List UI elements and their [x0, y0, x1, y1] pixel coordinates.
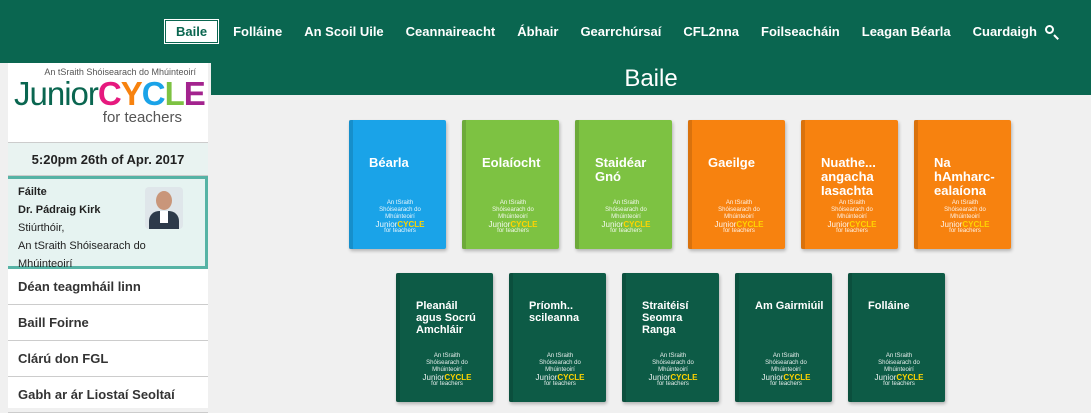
card-logo: An tSraith Shóisearach do Mhúinteoirí Jun… [535, 353, 585, 387]
sidebar-link-contact[interactable]: Déan teagmháil linn [8, 269, 208, 305]
card-follaine[interactable]: Folláine An tSraith Shóisearach do Mhúin… [848, 273, 945, 402]
page-title: Baile [211, 63, 1091, 95]
nav-item-leagan-bearla[interactable]: Leagan Béarla [851, 20, 962, 43]
card-label: Am Gairmiúil [755, 300, 824, 312]
card-logo: An tSraith Shóisearach do Mhúinteoirí Jun… [422, 353, 472, 387]
card-staidear-gno[interactable]: Staidéar Gnó An tSraith Shóisearach do M… [575, 120, 672, 249]
avatar [145, 187, 183, 229]
card-logo: An tSraith Shóisearach do Mhúinteoirí Jun… [827, 200, 877, 234]
nav-item-an-scoil-uile[interactable]: An Scoil Uile [293, 20, 394, 43]
card-logo: An tSraith Shóisearach do Mhúinteoirí Jun… [601, 200, 651, 234]
search-icon[interactable] [1043, 23, 1061, 41]
organisation-line-1: An tSraith Shóisearach do [18, 240, 146, 252]
card-label: Nuathe... angacha Iasachta [821, 155, 876, 198]
card-label: Folláine [868, 300, 910, 312]
nav-item-ceannaireacht[interactable]: Ceannaireacht [395, 20, 507, 43]
sidebar: An tSraith Shóisearach do Mhúinteoirí Ju… [8, 63, 208, 413]
logo-cycle: CYCLE [97, 75, 206, 112]
card-logo: An tSraith Shóisearach do Mhúinteoirí Jun… [714, 200, 764, 234]
card-logo: An tSraith Shóisearach do Mhúinteoirí Jun… [375, 200, 425, 234]
nav-item-cuardaigh[interactable]: Cuardaigh [962, 20, 1041, 43]
junior-cycle-logo[interactable]: An tSraith Shóisearach do Mhúinteoirí Ju… [8, 63, 208, 143]
card-label: Béarla [369, 155, 409, 170]
card-gaeilge[interactable]: Gaeilge An tSraith Shóisearach do Mhúint… [688, 120, 785, 249]
card-na-hamharc-ealaiona[interactable]: Na hAmharc-ealaíona An tSraith Shóiseara… [914, 120, 1011, 249]
card-logo: An tSraith Shóisearach do Mhúinteoirí Jun… [940, 200, 990, 234]
organisation-line-2: Mhúinteoirí [18, 258, 73, 270]
nav-item-abhair[interactable]: Ábhair [506, 20, 569, 43]
card-am-gairmiuil[interactable]: Am Gairmiúil An tSraith Shóisearach do M… [735, 273, 832, 402]
card-label: Eolaíocht [482, 155, 541, 170]
sidebar-link-staff[interactable]: Baill Foirne [8, 305, 208, 341]
nav-item-follaine[interactable]: Folláine [222, 20, 293, 43]
card-label: Straitéisí Seomra Ranga [642, 300, 689, 336]
card-eolaiocht[interactable]: Eolaíocht An tSraith Shóisearach do Mhúi… [462, 120, 559, 249]
sidebar-link-register[interactable]: Clárú don FGL [8, 341, 208, 377]
nav-item-cfl2nna[interactable]: CFL2nna [672, 20, 750, 43]
logo-junior: Junior [14, 75, 99, 112]
card-straiteisi-seomra-ranga[interactable]: Straitéisí Seomra Ranga An tSraith Shóis… [622, 273, 719, 402]
card-label: Gaeilge [708, 155, 755, 170]
card-nuatheangacha-iasachta[interactable]: Nuathe... angacha Iasachta An tSraith Sh… [801, 120, 898, 249]
welcome-panel: Fáilte Dr. Pádraig Kirk Stiúrthóir, An t… [8, 176, 208, 270]
nav-item-foilseachain[interactable]: Foilseacháin [750, 20, 851, 43]
card-bearla[interactable]: Béarla An tSraith Shóisearach do Mhúinte… [349, 120, 446, 249]
card-priomhscileanna[interactable]: Príomh.. scileanna An tSraith Shóisearac… [509, 273, 606, 402]
card-label: Pleanáil agus Socrú Amchláir [416, 300, 476, 336]
card-logo: An tSraith Shóisearach do Mhúinteoirí Jun… [874, 353, 924, 387]
card-logo: An tSraith Shóisearach do Mhúinteoirí Jun… [648, 353, 698, 387]
main-content: Baile Béarla An tSraith Shóisearach do M… [211, 63, 1091, 408]
resource-cards-row: Pleanáil agus Socrú Amchláir An tSraith … [396, 273, 961, 402]
card-label: Na hAmharc-ealaíona [934, 155, 995, 198]
card-pleanail-agus-socru-amchlair[interactable]: Pleanáil agus Socrú Amchláir An tSraith … [396, 273, 493, 402]
card-logo: An tSraith Shóisearach do Mhúinteoirí Jun… [761, 353, 811, 387]
card-label: Príomh.. scileanna [529, 300, 580, 324]
nav-item-baile[interactable]: Baile [163, 19, 220, 44]
card-label: Staidéar Gnó [595, 155, 647, 184]
nav-item-gearrchursai[interactable]: Gearrchúrsaí [569, 20, 672, 43]
card-logo: An tSraith Shóisearach do Mhúinteoirí Jun… [488, 200, 538, 234]
top-navigation: Baile Folláine An Scoil Uile Ceannaireac… [0, 0, 1091, 63]
date-time: 5:20pm 26th of Apr. 2017 [8, 143, 208, 176]
logo-wordmark: JuniorCYCLE [14, 75, 206, 112]
subject-cards-row: Béarla An tSraith Shóisearach do Mhúinte… [349, 120, 1027, 249]
